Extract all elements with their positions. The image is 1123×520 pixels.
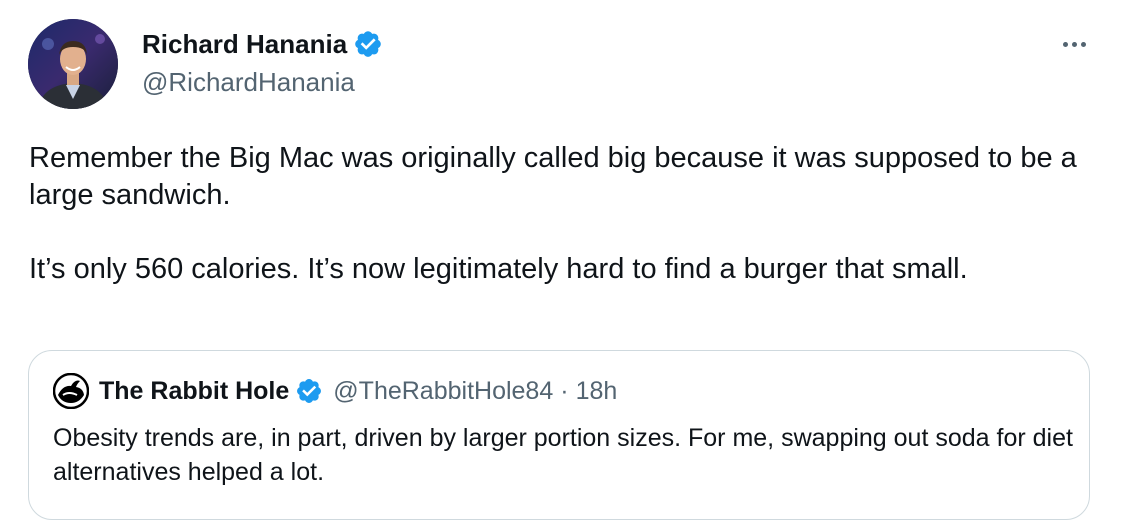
quoted-tweet-timestamp[interactable]: 18h	[576, 377, 618, 406]
tweet-paragraph: It’s only 560 calories. It’s now legitim…	[29, 253, 968, 285]
separator-dot: ·	[560, 376, 569, 405]
tweet-text: Remember the Big Mac was originally call…	[29, 140, 1089, 288]
tweet: Richard Hanania @RichardHanania Remember…	[0, 0, 1123, 520]
more-options-button[interactable]	[1056, 30, 1092, 58]
author-handle[interactable]: @RichardHanania	[142, 66, 355, 98]
quoted-tweet-text: Obesity trends are, in part, driven by l…	[53, 424, 1073, 486]
more-options-icon-dot	[1071, 41, 1077, 47]
quoted-tweet-header: The Rabbit Hole @TheRabbitHole84 · 18h	[52, 372, 618, 410]
rabbit-hole-logo-icon	[52, 372, 90, 410]
verified-badge-icon[interactable]	[295, 377, 323, 405]
author-name[interactable]: Richard Hanania	[142, 28, 347, 60]
quoted-author-handle[interactable]: @TheRabbitHole84	[333, 377, 553, 406]
verified-badge-icon[interactable]	[353, 29, 383, 59]
more-options-icon-dot	[1080, 41, 1086, 47]
author-name-row: Richard Hanania	[142, 28, 383, 60]
tweet-paragraph: Remember the Big Mac was originally call…	[29, 142, 1077, 211]
quoted-author-name[interactable]: The Rabbit Hole	[99, 377, 289, 406]
quoted-tweet-card[interactable]: The Rabbit Hole @TheRabbitHole84 · 18h O…	[28, 350, 1090, 520]
avatar-image	[28, 19, 118, 109]
author-avatar[interactable]	[28, 19, 118, 109]
more-options-icon-dot	[1062, 41, 1068, 47]
